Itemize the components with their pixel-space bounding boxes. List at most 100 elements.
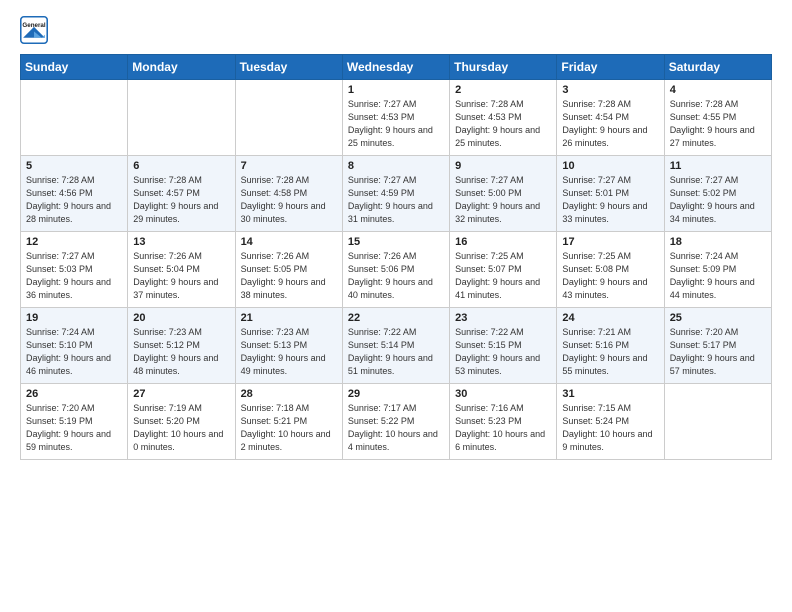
day-info: Sunrise: 7:28 AMSunset: 4:57 PMDaylight:… — [133, 174, 229, 226]
day-info: Sunrise: 7:22 AMSunset: 5:15 PMDaylight:… — [455, 326, 551, 378]
day-number: 2 — [455, 84, 551, 96]
calendar-week-row: 26 Sunrise: 7:20 AMSunset: 5:19 PMDayligh… — [21, 384, 772, 460]
day-number: 22 — [348, 312, 444, 324]
day-info: Sunrise: 7:22 AMSunset: 5:14 PMDaylight:… — [348, 326, 444, 378]
calendar-cell: 30 Sunrise: 7:16 AMSunset: 5:23 PMDayligh… — [450, 384, 557, 460]
day-number: 16 — [455, 236, 551, 248]
day-info: Sunrise: 7:26 AMSunset: 5:04 PMDaylight:… — [133, 250, 229, 302]
calendar-cell — [664, 384, 771, 460]
day-number: 13 — [133, 236, 229, 248]
calendar-week-row: 5 Sunrise: 7:28 AMSunset: 4:56 PMDaylight… — [21, 156, 772, 232]
calendar-cell: 19 Sunrise: 7:24 AMSunset: 5:10 PMDayligh… — [21, 308, 128, 384]
calendar-cell: 7 Sunrise: 7:28 AMSunset: 4:58 PMDaylight… — [235, 156, 342, 232]
day-number: 6 — [133, 160, 229, 172]
day-number: 28 — [241, 388, 337, 400]
calendar-cell: 11 Sunrise: 7:27 AMSunset: 5:02 PMDayligh… — [664, 156, 771, 232]
day-number: 25 — [670, 312, 766, 324]
day-info: Sunrise: 7:28 AMSunset: 4:53 PMDaylight:… — [455, 98, 551, 150]
day-info: Sunrise: 7:24 AMSunset: 5:09 PMDaylight:… — [670, 250, 766, 302]
day-number: 1 — [348, 84, 444, 96]
weekday-header: Sunday — [21, 55, 128, 80]
logo-icon: General — [20, 16, 48, 44]
calendar-cell: 28Sunrise: 7:18 AMSunset: 5:21 PMDayligh… — [235, 384, 342, 460]
day-info: Sunrise: 7:24 AMSunset: 5:10 PMDaylight:… — [26, 326, 122, 378]
calendar-cell — [128, 80, 235, 156]
day-info: Sunrise: 7:17 AMSunset: 5:22 PMDaylight:… — [348, 402, 444, 454]
day-info: Sunrise: 7:15 AMSunset: 5:24 PMDaylight:… — [562, 402, 658, 454]
weekday-header: Thursday — [450, 55, 557, 80]
page: General SundayMondayTuesdayWednesdayThur… — [0, 0, 792, 612]
weekday-header: Wednesday — [342, 55, 449, 80]
day-number: 20 — [133, 312, 229, 324]
header: General — [20, 16, 772, 44]
calendar-cell: 12Sunrise: 7:27 AMSunset: 5:03 PMDayligh… — [21, 232, 128, 308]
calendar-cell: 4 Sunrise: 7:28 AMSunset: 4:55 PMDaylight… — [664, 80, 771, 156]
day-number: 3 — [562, 84, 658, 96]
day-info: Sunrise: 7:25 AMSunset: 5:07 PMDaylight:… — [455, 250, 551, 302]
day-number: 19 — [26, 312, 122, 324]
calendar-table: SundayMondayTuesdayWednesdayThursdayFrid… — [20, 54, 772, 460]
calendar-cell: 5 Sunrise: 7:28 AMSunset: 4:56 PMDaylight… — [21, 156, 128, 232]
calendar-cell: 29Sunrise: 7:17 AMSunset: 5:22 PMDayligh… — [342, 384, 449, 460]
day-number: 9 — [455, 160, 551, 172]
calendar-header-row: SundayMondayTuesdayWednesdayThursdayFrid… — [21, 55, 772, 80]
calendar-cell: 27 Sunrise: 7:19 AMSunset: 5:20 PMDayligh… — [128, 384, 235, 460]
day-number: 11 — [670, 160, 766, 172]
day-number: 14 — [241, 236, 337, 248]
day-number: 31 — [562, 388, 658, 400]
day-number: 30 — [455, 388, 551, 400]
calendar-cell: 26 Sunrise: 7:20 AMSunset: 5:19 PMDayligh… — [21, 384, 128, 460]
day-number: 15 — [348, 236, 444, 248]
day-info: Sunrise: 7:19 AMSunset: 5:20 PMDaylight:… — [133, 402, 229, 454]
calendar-cell: 21 Sunrise: 7:23 AMSunset: 5:13 PMDayligh… — [235, 308, 342, 384]
calendar-cell: 9 Sunrise: 7:27 AMSunset: 5:00 PMDaylight… — [450, 156, 557, 232]
day-number: 27 — [133, 388, 229, 400]
calendar-cell: 18 Sunrise: 7:24 AMSunset: 5:09 PMDayligh… — [664, 232, 771, 308]
day-info: Sunrise: 7:27 AMSunset: 4:53 PMDaylight:… — [348, 98, 444, 150]
day-info: Sunrise: 7:27 AMSunset: 5:01 PMDaylight:… — [562, 174, 658, 226]
day-info: Sunrise: 7:20 AMSunset: 5:17 PMDaylight:… — [670, 326, 766, 378]
calendar-cell: 6 Sunrise: 7:28 AMSunset: 4:57 PMDaylight… — [128, 156, 235, 232]
day-info: Sunrise: 7:20 AMSunset: 5:19 PMDaylight:… — [26, 402, 122, 454]
day-number: 26 — [26, 388, 122, 400]
calendar-week-row: 1 Sunrise: 7:27 AMSunset: 4:53 PMDaylight… — [21, 80, 772, 156]
calendar-cell: 24 Sunrise: 7:21 AMSunset: 5:16 PMDayligh… — [557, 308, 664, 384]
calendar-cell: 13 Sunrise: 7:26 AMSunset: 5:04 PMDayligh… — [128, 232, 235, 308]
weekday-header: Tuesday — [235, 55, 342, 80]
calendar-cell: 16 Sunrise: 7:25 AMSunset: 5:07 PMDayligh… — [450, 232, 557, 308]
calendar-cell: 15 Sunrise: 7:26 AMSunset: 5:06 PMDayligh… — [342, 232, 449, 308]
calendar-cell — [21, 80, 128, 156]
day-number: 8 — [348, 160, 444, 172]
day-info: Sunrise: 7:21 AMSunset: 5:16 PMDaylight:… — [562, 326, 658, 378]
weekday-header: Saturday — [664, 55, 771, 80]
day-info: Sunrise: 7:23 AMSunset: 5:13 PMDaylight:… — [241, 326, 337, 378]
day-number: 4 — [670, 84, 766, 96]
weekday-header: Monday — [128, 55, 235, 80]
day-number: 21 — [241, 312, 337, 324]
day-info: Sunrise: 7:25 AMSunset: 5:08 PMDaylight:… — [562, 250, 658, 302]
calendar-cell — [235, 80, 342, 156]
day-number: 18 — [670, 236, 766, 248]
logo: General — [20, 16, 52, 44]
day-number: 24 — [562, 312, 658, 324]
day-number: 23 — [455, 312, 551, 324]
calendar-cell: 8Sunrise: 7:27 AMSunset: 4:59 PMDaylight… — [342, 156, 449, 232]
calendar-week-row: 12Sunrise: 7:27 AMSunset: 5:03 PMDayligh… — [21, 232, 772, 308]
day-number: 17 — [562, 236, 658, 248]
calendar-cell: 2 Sunrise: 7:28 AMSunset: 4:53 PMDaylight… — [450, 80, 557, 156]
day-info: Sunrise: 7:27 AMSunset: 5:02 PMDaylight:… — [670, 174, 766, 226]
day-info: Sunrise: 7:27 AMSunset: 5:00 PMDaylight:… — [455, 174, 551, 226]
day-info: Sunrise: 7:28 AMSunset: 4:55 PMDaylight:… — [670, 98, 766, 150]
day-info: Sunrise: 7:16 AMSunset: 5:23 PMDaylight:… — [455, 402, 551, 454]
day-info: Sunrise: 7:26 AMSunset: 5:05 PMDaylight:… — [241, 250, 337, 302]
calendar-cell: 31 Sunrise: 7:15 AMSunset: 5:24 PMDayligh… — [557, 384, 664, 460]
calendar-cell: 1 Sunrise: 7:27 AMSunset: 4:53 PMDaylight… — [342, 80, 449, 156]
day-number: 5 — [26, 160, 122, 172]
day-info: Sunrise: 7:26 AMSunset: 5:06 PMDaylight:… — [348, 250, 444, 302]
calendar-cell: 20Sunrise: 7:23 AMSunset: 5:12 PMDayligh… — [128, 308, 235, 384]
day-number: 7 — [241, 160, 337, 172]
calendar-cell: 17 Sunrise: 7:25 AMSunset: 5:08 PMDayligh… — [557, 232, 664, 308]
day-info: Sunrise: 7:28 AMSunset: 4:56 PMDaylight:… — [26, 174, 122, 226]
calendar-cell: 25 Sunrise: 7:20 AMSunset: 5:17 PMDayligh… — [664, 308, 771, 384]
day-info: Sunrise: 7:28 AMSunset: 4:58 PMDaylight:… — [241, 174, 337, 226]
